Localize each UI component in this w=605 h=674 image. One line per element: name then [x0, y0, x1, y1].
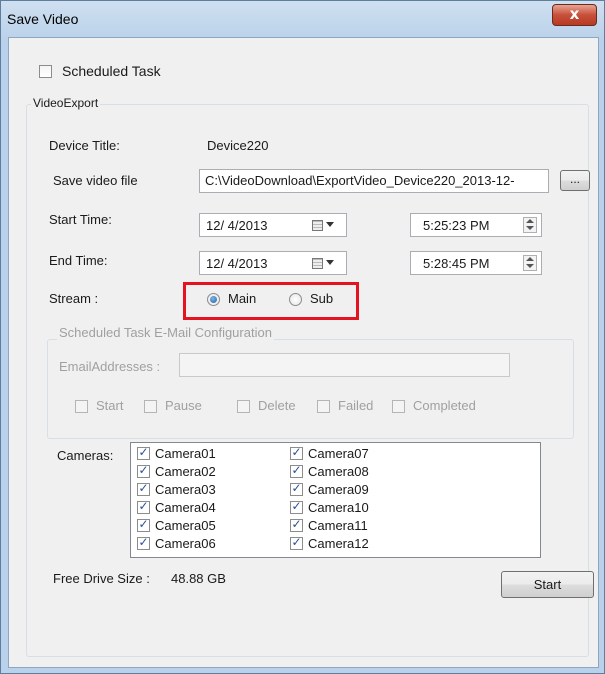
stream-sub-radio[interactable] [289, 293, 302, 306]
save-file-path-field[interactable]: C:\VideoDownload\ExportVideo_Device220_2… [199, 169, 549, 193]
camera-checkbox[interactable] [137, 517, 150, 532]
email-failed-label: Failed [338, 398, 374, 413]
start-date-value: 12/ 4/2013 [206, 218, 268, 233]
email-addresses-label: EmailAddresses : [59, 359, 161, 374]
end-time-value: 5:28:45 PM [423, 256, 490, 271]
camera-checkbox[interactable] [290, 481, 303, 496]
free-drive-value: 48.88 GB [171, 571, 226, 586]
calendar-icon [312, 258, 323, 269]
start-button[interactable]: Start [501, 571, 594, 598]
scheduled-task-checkbox[interactable] [39, 65, 52, 78]
cameras-label: Cameras: [57, 448, 114, 463]
camera-checkbox[interactable] [290, 463, 303, 478]
camera-checkbox[interactable] [137, 499, 150, 514]
camera-checkbox[interactable] [290, 517, 303, 532]
email-start-checkbox[interactable] [75, 400, 88, 413]
browse-button[interactable]: ... [560, 170, 590, 191]
dialog-client-area: Scheduled Task VideoExport Device Title:… [8, 37, 599, 668]
title-bar[interactable]: Save Video x [1, 1, 605, 37]
email-addresses-field[interactable] [179, 353, 510, 377]
camera-checkbox[interactable] [290, 445, 303, 460]
start-time-picker[interactable]: 5:25:23 PM [410, 213, 542, 237]
camera-checkbox[interactable] [290, 499, 303, 514]
camera-label: Camera02 [155, 464, 216, 479]
camera-label: Camera07 [308, 446, 369, 461]
end-time-label: End Time: [49, 253, 108, 268]
end-time-picker[interactable]: 5:28:45 PM [410, 251, 542, 275]
end-time-spinner[interactable] [523, 255, 537, 271]
device-title-value: Device220 [207, 138, 269, 153]
email-failed-checkbox[interactable] [317, 400, 330, 413]
camera-label: Camera01 [155, 446, 216, 461]
camera-label: Camera12 [308, 536, 369, 551]
start-date-picker[interactable]: 12/ 4/2013 [199, 213, 347, 237]
camera-label: Camera04 [155, 500, 216, 515]
camera-label: Camera06 [155, 536, 216, 551]
camera-label: Camera09 [308, 482, 369, 497]
window-title: Save Video [7, 11, 79, 27]
close-button[interactable]: x [552, 4, 597, 26]
camera-label: Camera03 [155, 482, 216, 497]
start-time-spinner[interactable] [523, 217, 537, 233]
camera-checkbox[interactable] [137, 445, 150, 460]
camera-checkbox[interactable] [137, 463, 150, 478]
calendar-icon [312, 220, 323, 231]
email-delete-checkbox[interactable] [237, 400, 250, 413]
email-completed-checkbox[interactable] [392, 400, 405, 413]
stream-sub-label: Sub [310, 291, 334, 306]
camera-label: Camera08 [308, 464, 369, 479]
camera-checkbox[interactable] [137, 481, 150, 496]
video-export-legend: VideoExport [31, 96, 101, 110]
end-date-value: 12/ 4/2013 [206, 256, 268, 271]
camera-label: Camera10 [308, 500, 369, 515]
camera-checkbox[interactable] [290, 535, 303, 550]
start-time-value: 5:25:23 PM [423, 218, 490, 233]
email-start-label: Start [96, 398, 124, 413]
dropdown-arrow-icon[interactable] [326, 260, 334, 265]
email-pause-checkbox[interactable] [144, 400, 157, 413]
camera-label: Camera05 [155, 518, 216, 533]
scheduled-task-label: Scheduled Task [62, 63, 161, 79]
free-drive-label: Free Drive Size : [53, 571, 150, 586]
camera-label: Camera11 [308, 518, 368, 533]
dropdown-arrow-icon[interactable] [326, 222, 334, 227]
email-pause-label: Pause [165, 398, 202, 413]
stream-label: Stream : [49, 291, 99, 306]
save-file-label: Save video file [53, 173, 138, 188]
email-delete-label: Delete [258, 398, 296, 413]
save-video-window: Save Video x Scheduled Task VideoExport … [0, 0, 605, 674]
stream-main-radio[interactable] [207, 293, 220, 306]
email-config-legend: Scheduled Task E-Mail Configuration [57, 325, 274, 340]
cameras-list[interactable]: Camera01 Camera02 Camera03 Camera04 Came… [130, 442, 541, 558]
camera-checkbox[interactable] [137, 535, 150, 550]
end-date-picker[interactable]: 12/ 4/2013 [199, 251, 347, 275]
stream-main-label: Main [228, 291, 257, 306]
email-completed-label: Completed [413, 398, 476, 413]
start-time-label: Start Time: [49, 212, 112, 227]
device-title-label: Device Title: [49, 138, 120, 153]
